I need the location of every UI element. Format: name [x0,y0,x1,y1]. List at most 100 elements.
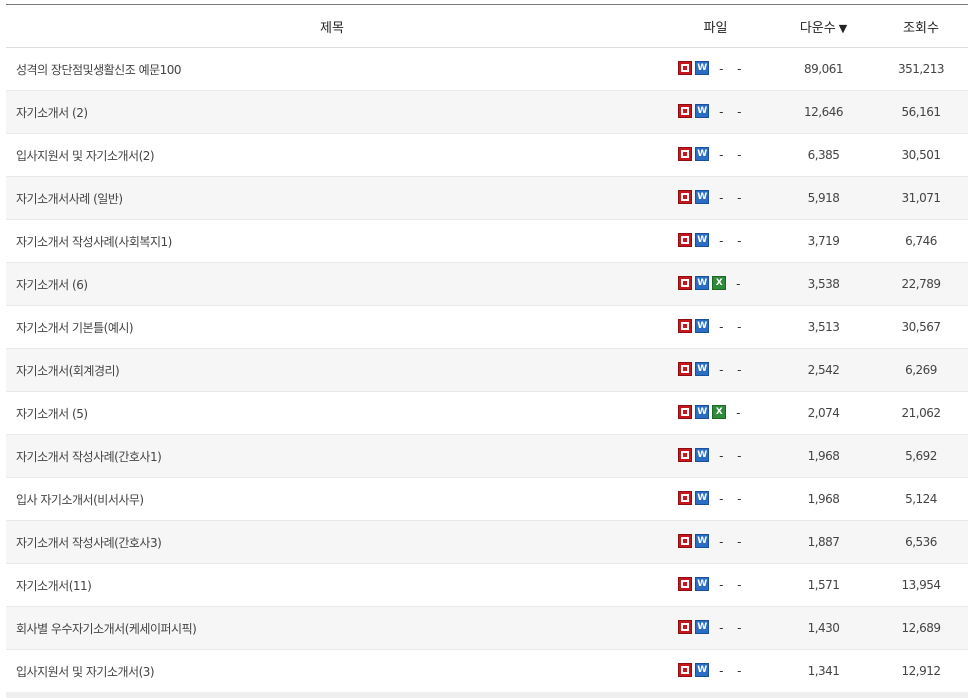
document-title-link[interactable]: 자기소개서사례 (일반) [6,176,658,220]
word-file-icon[interactable]: W [695,577,709,592]
pdf-file-icon[interactable] [678,147,692,162]
word-file-icon[interactable]: W [695,448,709,463]
word-file-icon[interactable]: W [695,362,709,377]
table-row[interactable]: 자기소개서 기본틀(예시) W - -3,513 30,567 [6,305,968,349]
no-file-dash: - [719,191,723,206]
no-file-dash: - [737,234,741,249]
view-count: 6,269 [874,348,968,392]
file-type-cell: W-- [658,90,773,134]
no-file-dash: - [719,578,723,593]
table-row[interactable]: 자기소개서 작성사례(간호사3) W - -1,887 6,536 [6,520,968,564]
document-title-link[interactable]: 자기소개서 (2) [6,90,658,134]
no-file-dash: - [736,406,740,421]
word-file-icon[interactable]: W [695,276,709,291]
document-title-link[interactable]: 입사지원서 및 자기소개서(2) [6,133,658,177]
download-count: 2,074 [773,391,874,435]
no-file-dash: - [719,320,723,335]
pdf-file-icon[interactable] [678,61,692,76]
pdf-file-icon[interactable] [678,362,692,377]
pdf-file-icon[interactable] [678,448,692,463]
table-row[interactable]: 입사지원서 및 자기소개서(3) W - -1,341 12,912 [6,650,968,693]
column-header-title[interactable]: 제목 [6,5,658,48]
view-count: 351,213 [874,47,968,91]
file-type-cell: W-- [658,520,773,564]
word-file-icon[interactable]: W [695,663,709,678]
no-file-dash: - [737,62,741,77]
table-row[interactable]: 입사 자기소개서(비서사무) W - -1,968 5,124 [6,477,968,521]
view-count: 5,692 [874,434,968,478]
document-title-link[interactable]: 자기소개서 작성사례(사회복지1) [6,219,658,263]
table-row[interactable]: 자기소개서 작성사례(간호사1) W - -1,968 5,692 [6,434,968,478]
word-file-icon[interactable]: W [695,405,709,420]
pdf-file-icon[interactable] [678,276,692,291]
no-file-dash: - [719,492,723,507]
word-file-icon[interactable]: W [695,104,709,119]
document-title-link[interactable]: 입사 자기소개서(비서사무) [6,477,658,521]
pdf-file-icon[interactable] [678,577,692,592]
table-row[interactable]: 자기소개서(11) W - -1,571 13,954 [6,563,968,607]
no-file-dash: - [737,148,741,163]
word-file-icon[interactable]: W [695,147,709,162]
document-title-link[interactable]: 자기소개서(회계경리) [6,348,658,392]
table-header-row: 제목 파일 다운수 ▼ 조회수 [6,5,968,48]
table-row[interactable]: 자기소개서(회계경리) W - -2,542 6,269 [6,348,968,392]
column-header-downloads[interactable]: 다운수 ▼ [773,5,874,48]
pdf-file-icon[interactable] [678,534,692,549]
table-row[interactable]: 자기소개서사례 (일반) W - -5,918 31,071 [6,176,968,220]
view-count: 6,746 [874,219,968,263]
document-title-link[interactable]: 자기소개서 (6) [6,262,658,306]
file-type-cell: W-- [658,606,773,650]
pdf-file-icon[interactable] [678,104,692,119]
column-header-downloads-label: 다운수 [799,20,836,36]
document-title-link[interactable]: 자기소개서 기본틀(예시) [6,305,658,349]
word-file-icon[interactable]: W [695,620,709,635]
document-title-link[interactable]: 자기소개서(11) [6,563,658,607]
document-title-link[interactable]: 회사별 우수자기소개서(케세이퍼시픽) [6,606,658,650]
pdf-file-icon[interactable] [678,190,692,205]
word-file-icon[interactable]: W [695,233,709,248]
document-title-link[interactable]: 입사지원서 및 자기소개서(3) [6,650,658,693]
file-type-cell: W-- [658,477,773,521]
file-type-cell: W-- [658,305,773,349]
file-type-cell: W-- [658,348,773,392]
document-title-link[interactable]: 자기소개서 작성사례(간호사1) [6,434,658,478]
document-title-link[interactable]: 자기소개서 작성사례(간호사3) [6,520,658,564]
word-file-icon[interactable]: W [695,491,709,506]
view-count: 22,789 [874,262,968,306]
pdf-file-icon[interactable] [678,663,692,678]
pdf-file-icon[interactable] [678,319,692,334]
table-row[interactable]: 회사별 우수자기소개서(케세이퍼시픽) W - -1,430 12,689 [6,606,968,650]
view-count: 30,567 [874,305,968,349]
column-header-file: 파일 [658,5,773,48]
table-row[interactable]: 자기소개서 작성사례(사회복지1) W - -3,719 6,746 [6,219,968,263]
no-file-dash: - [737,535,741,550]
no-file-dash: - [719,148,723,163]
excel-file-icon[interactable]: X [712,276,726,291]
document-title-link[interactable]: 성격의 장단점및생활신조 예문100 [6,47,658,91]
pdf-file-icon[interactable] [678,491,692,506]
pdf-file-icon[interactable] [678,233,692,248]
table-row[interactable]: 성격의 장단점및생활신조 예문100 W - -89,061 351,213 [6,47,968,91]
pdf-file-icon[interactable] [678,620,692,635]
file-type-cell: W-- [658,47,773,91]
no-file-dash: - [719,62,723,77]
word-file-icon[interactable]: W [695,61,709,76]
no-file-dash: - [737,191,741,206]
word-file-icon[interactable]: W [695,319,709,334]
table-row[interactable]: 자기소개서 (6) W X -3,538 22,789 [6,262,968,306]
excel-file-icon[interactable]: X [712,405,726,420]
table-row[interactable]: 자기소개서 (2) W - -12,646 56,161 [6,90,968,134]
document-title-link[interactable]: 자기소개서 (5) [6,391,658,435]
word-file-icon[interactable]: W [695,534,709,549]
download-count: 1,887 [773,520,874,564]
pdf-file-icon[interactable] [678,405,692,420]
word-file-icon[interactable]: W [695,190,709,205]
table-row[interactable]: 자기소개서 (5) W X -2,074 21,062 [6,391,968,435]
download-count: 1,571 [773,563,874,607]
download-count: 1,968 [773,434,874,478]
view-count: 6,536 [874,520,968,564]
view-count: 5,124 [874,477,968,521]
table-row[interactable]: 입사지원서 및 자기소개서(2) W - -6,385 30,501 [6,133,968,177]
file-type-cell: W-- [658,219,773,263]
column-header-views[interactable]: 조회수 [874,5,968,48]
